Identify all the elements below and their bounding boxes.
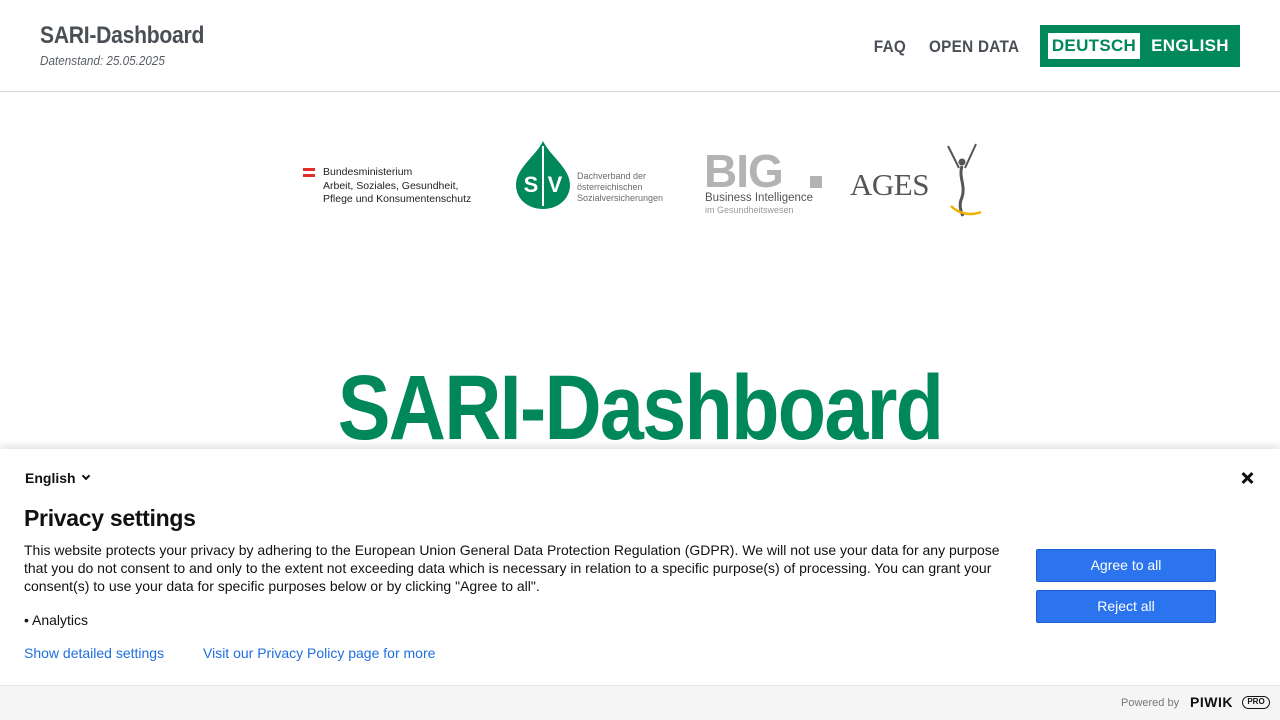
agree-to-all-button[interactable]: Agree to all [1036,549,1216,582]
site-title[interactable]: SARI-Dashboard [40,22,204,50]
austria-flag-icon [303,168,315,177]
ages-word: AGES [850,167,929,202]
ministry-line2: Arbeit, Soziales, Gesundheit, [323,179,459,192]
big-sub2: im Gesundheitswesen [705,205,794,215]
privacy-language-value: English [25,470,76,486]
privacy-title: Privacy settings [24,505,196,531]
sv-line3: Sozialversicherungen [577,193,664,203]
privacy-footer: Powered by PIWIK PRO [0,685,1280,720]
lang-deutsch-button[interactable]: DEUTSCH [1048,33,1140,59]
ministry-logo: Bundesministerium Arbeit, Soziales, Gesu… [302,166,497,212]
sv-line2: österreichischen [577,182,643,192]
sv-mark-v: V [548,172,563,197]
piwik-logo: PIWIK [1190,694,1233,710]
big-dot-icon [810,176,822,188]
privacy-purpose-analytics: • Analytics [24,612,89,628]
big-logo: BIG Business Intelligence im Gesundheits… [704,145,834,216]
nav-faq[interactable]: FAQ [874,37,906,57]
sv-drop-icon: S V [516,141,570,209]
ministry-line1: Bundesministerium [323,166,413,178]
piwik-pro-badge: PRO [1242,696,1270,709]
lang-english-button[interactable]: ENGLISH [1148,33,1232,59]
chevron-down-icon [81,471,90,481]
nav-open-data[interactable]: OPEN DATA [929,37,1019,57]
privacy-description: This website protects your privacy by ad… [24,542,1000,594]
language-switcher: DEUTSCH ENGLISH [1040,25,1240,67]
hero-title: SARI-Dashboard [337,357,944,459]
show-detailed-settings-link[interactable]: Show detailed settings [24,645,164,661]
privacy-policy-link[interactable]: Visit our Privacy Policy page for more [203,645,435,661]
privacy-settings-panel: English Privacy settings This website pr… [0,449,1280,720]
data-date: Datenstand: 25.05.2025 [40,53,165,68]
close-icon[interactable] [1240,470,1256,486]
reject-all-button[interactable]: Reject all [1036,590,1216,623]
powered-by-label: Powered by [1121,697,1180,709]
privacy-language-select[interactable]: English [25,470,90,486]
big-word: BIG [704,145,784,197]
main-nav: FAQ OPEN DATA [872,37,1024,57]
sv-line1: Dachverband der [577,171,647,181]
site-header: SARI-Dashboard Datenstand: 25.05.2025 FA… [0,0,1280,92]
big-sub1: Business Intelligence [705,192,814,204]
sv-mark-s: S [524,172,539,197]
sv-logo: S V Dachverband der österreichischen Soz… [514,140,674,210]
ages-logo: AGES [850,140,985,220]
ages-figure-icon [947,143,982,217]
ministry-line3: Pflege und Konsumentenschutz [323,193,472,205]
